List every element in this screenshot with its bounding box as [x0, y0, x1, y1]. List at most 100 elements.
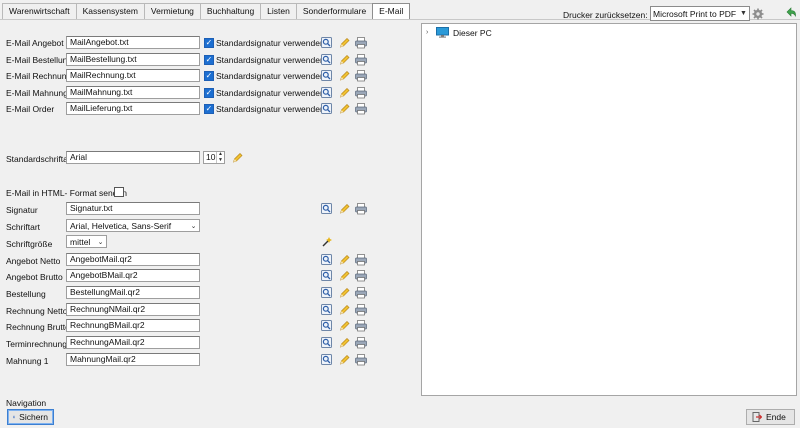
standard-font-label: Standardschriftart — [6, 154, 74, 164]
stepper-arrows-icon[interactable]: ▲ ▼ — [216, 151, 224, 163]
wand-icon[interactable] — [322, 237, 332, 247]
tab-warenwirtschaft[interactable]: Warenwirtschaft — [2, 3, 76, 19]
save-button[interactable]: Sichern — [7, 409, 54, 425]
search-browse-icon[interactable] — [321, 354, 332, 365]
search-browse-icon[interactable] — [321, 254, 332, 265]
tab-listen[interactable]: Listen — [260, 3, 296, 19]
pencil-edit-icon[interactable] — [339, 271, 350, 281]
mail-angebot-signature-label: Standardsignatur verwenden — [216, 38, 325, 48]
mail-rechnung-file-input[interactable]: MailRechnung.txt — [66, 69, 200, 82]
end-button-label: Ende — [766, 412, 786, 422]
pencil-edit-icon[interactable] — [232, 153, 243, 163]
template-bestellung-input[interactable]: BestellungMail.qr2 — [66, 286, 200, 299]
mail-order-signature-checkbox[interactable]: ✓ — [204, 104, 214, 114]
gear-icon[interactable] — [752, 8, 764, 20]
navigation-label: Navigation — [6, 398, 47, 408]
mail-bestellung-file-input[interactable]: MailBestellung.txt — [66, 53, 200, 66]
search-browse-icon[interactable] — [321, 270, 332, 281]
printer-reset-label: Drucker zurücksetzen: — [563, 10, 648, 20]
mail-angebot-signature-checkbox[interactable]: ✓ — [204, 38, 214, 48]
signature-label: Signatur — [6, 205, 38, 215]
mail-bestellung-label: E-Mail Bestellung — [6, 55, 73, 65]
printer-select-value: Microsoft Print to PDF — [653, 8, 737, 19]
printer-icon[interactable] — [355, 354, 367, 366]
template-rechnung-brutto-label: Rechnung Brutto — [6, 322, 70, 332]
tab-sonderformulare[interactable]: Sonderformulare — [295, 3, 373, 19]
font-size-select[interactable]: mittel ⌄ — [66, 235, 107, 248]
mail-mahnung-file-input[interactable]: MailMahnung.txt — [66, 86, 200, 99]
template-angebot-brutto-input[interactable]: AngebotBMail.qr2 — [66, 269, 200, 282]
template-angebot-netto-label: Angebot Netto — [6, 256, 61, 266]
mail-order-file-input[interactable]: MailLieferung.txt — [66, 102, 200, 115]
printer-icon[interactable] — [355, 37, 367, 49]
mail-rechnung-signature-label: Standardsignatur verwenden — [216, 71, 325, 81]
printer-icon[interactable] — [355, 287, 367, 299]
chevron-down-icon: ⌄ — [97, 238, 104, 246]
printer-icon[interactable] — [355, 54, 367, 66]
pencil-edit-icon[interactable] — [339, 355, 350, 365]
tab-buchhaltung[interactable]: Buchhaltung — [199, 3, 261, 19]
template-angebot-netto-input[interactable]: AngebotMail.qr2 — [66, 253, 200, 266]
printer-icon[interactable] — [355, 337, 367, 349]
template-terminrechnung-input[interactable]: RechnungAMail.qr2 — [66, 336, 200, 349]
tab-kassensystem[interactable]: Kassensystem — [75, 3, 144, 19]
font-size-label: Schriftgröße — [6, 239, 53, 249]
printer-icon[interactable] — [355, 320, 367, 332]
pencil-edit-icon[interactable] — [339, 321, 350, 331]
search-browse-icon[interactable] — [321, 287, 332, 298]
end-button[interactable]: Ende — [746, 409, 795, 425]
printer-icon[interactable] — [355, 254, 367, 266]
tab-vermietung[interactable]: Vermietung — [143, 3, 200, 19]
mail-rechnung-signature-checkbox[interactable]: ✓ — [204, 71, 214, 81]
chevron-down-icon: ▼ — [740, 10, 747, 17]
mail-angebot-file-input[interactable]: MailAngebot.txt — [66, 36, 200, 49]
back-arrow-icon[interactable] — [784, 6, 797, 19]
pencil-edit-icon[interactable] — [339, 204, 350, 214]
template-angebot-brutto-label: Angebot Brutto — [6, 272, 63, 282]
mail-rechnung-label: E-Mail Rechnung — [6, 71, 72, 81]
tree-item-this-pc[interactable]: › Dieser PC — [426, 27, 492, 38]
printer-select[interactable]: Microsoft Print to PDF ▼ — [650, 6, 750, 21]
printer-icon[interactable] — [355, 203, 367, 215]
floppy-disk-icon — [13, 415, 16, 419]
chevron-right-icon[interactable]: › — [426, 29, 436, 36]
template-rechnung-netto-input[interactable]: RechnungNMail.qr2 — [66, 303, 200, 316]
template-mahnung-1-input[interactable]: MahnungMail.qr2 — [66, 353, 200, 366]
mail-order-signature-label: Standardsignatur verwenden — [216, 104, 325, 114]
tree-item-label: Dieser PC — [453, 27, 492, 38]
mail-order-label: E-Mail Order — [6, 104, 55, 114]
printer-icon[interactable] — [355, 304, 367, 316]
mail-bestellung-signature-checkbox[interactable]: ✓ — [204, 55, 214, 65]
search-browse-icon[interactable] — [321, 337, 332, 348]
printer-icon[interactable] — [355, 103, 367, 115]
file-tree-panel[interactable]: › Dieser PC — [421, 23, 797, 396]
pencil-edit-icon[interactable] — [339, 71, 350, 81]
template-rechnung-brutto-input[interactable]: RechnungBMail.qr2 — [66, 319, 200, 332]
pencil-edit-icon[interactable] — [339, 288, 350, 298]
font-size-value: mittel — [70, 236, 91, 247]
printer-icon[interactable] — [355, 270, 367, 282]
computer-icon — [436, 27, 449, 38]
pencil-edit-icon[interactable] — [339, 38, 350, 48]
font-family-select[interactable]: Arial, Helvetica, Sans-Serif ⌄ — [66, 219, 200, 232]
mail-mahnung-label: E-Mail Mahnung — [6, 88, 68, 98]
search-browse-icon[interactable] — [321, 304, 332, 315]
printer-icon[interactable] — [355, 87, 367, 99]
search-browse-icon[interactable] — [321, 320, 332, 331]
chevron-down-icon: ⌄ — [190, 222, 197, 230]
html-format-checkbox[interactable] — [114, 187, 124, 197]
signature-file-input[interactable]: Signatur.txt — [66, 202, 200, 215]
tab-email[interactable]: E-Mail — [372, 3, 411, 20]
pencil-edit-icon[interactable] — [339, 338, 350, 348]
pencil-edit-icon[interactable] — [339, 88, 350, 98]
standard-font-input[interactable]: Arial — [66, 151, 200, 164]
search-browse-icon[interactable] — [321, 203, 332, 214]
pencil-edit-icon[interactable] — [339, 305, 350, 315]
mail-mahnung-signature-checkbox[interactable]: ✓ — [204, 88, 214, 98]
pencil-edit-icon[interactable] — [339, 255, 350, 265]
pencil-edit-icon[interactable] — [339, 55, 350, 65]
printer-icon[interactable] — [355, 70, 367, 82]
pencil-edit-icon[interactable] — [339, 104, 350, 114]
standard-font-size-stepper[interactable]: 10 ▲ ▼ — [203, 151, 225, 164]
standard-font-size-value: 10 — [206, 152, 216, 162]
